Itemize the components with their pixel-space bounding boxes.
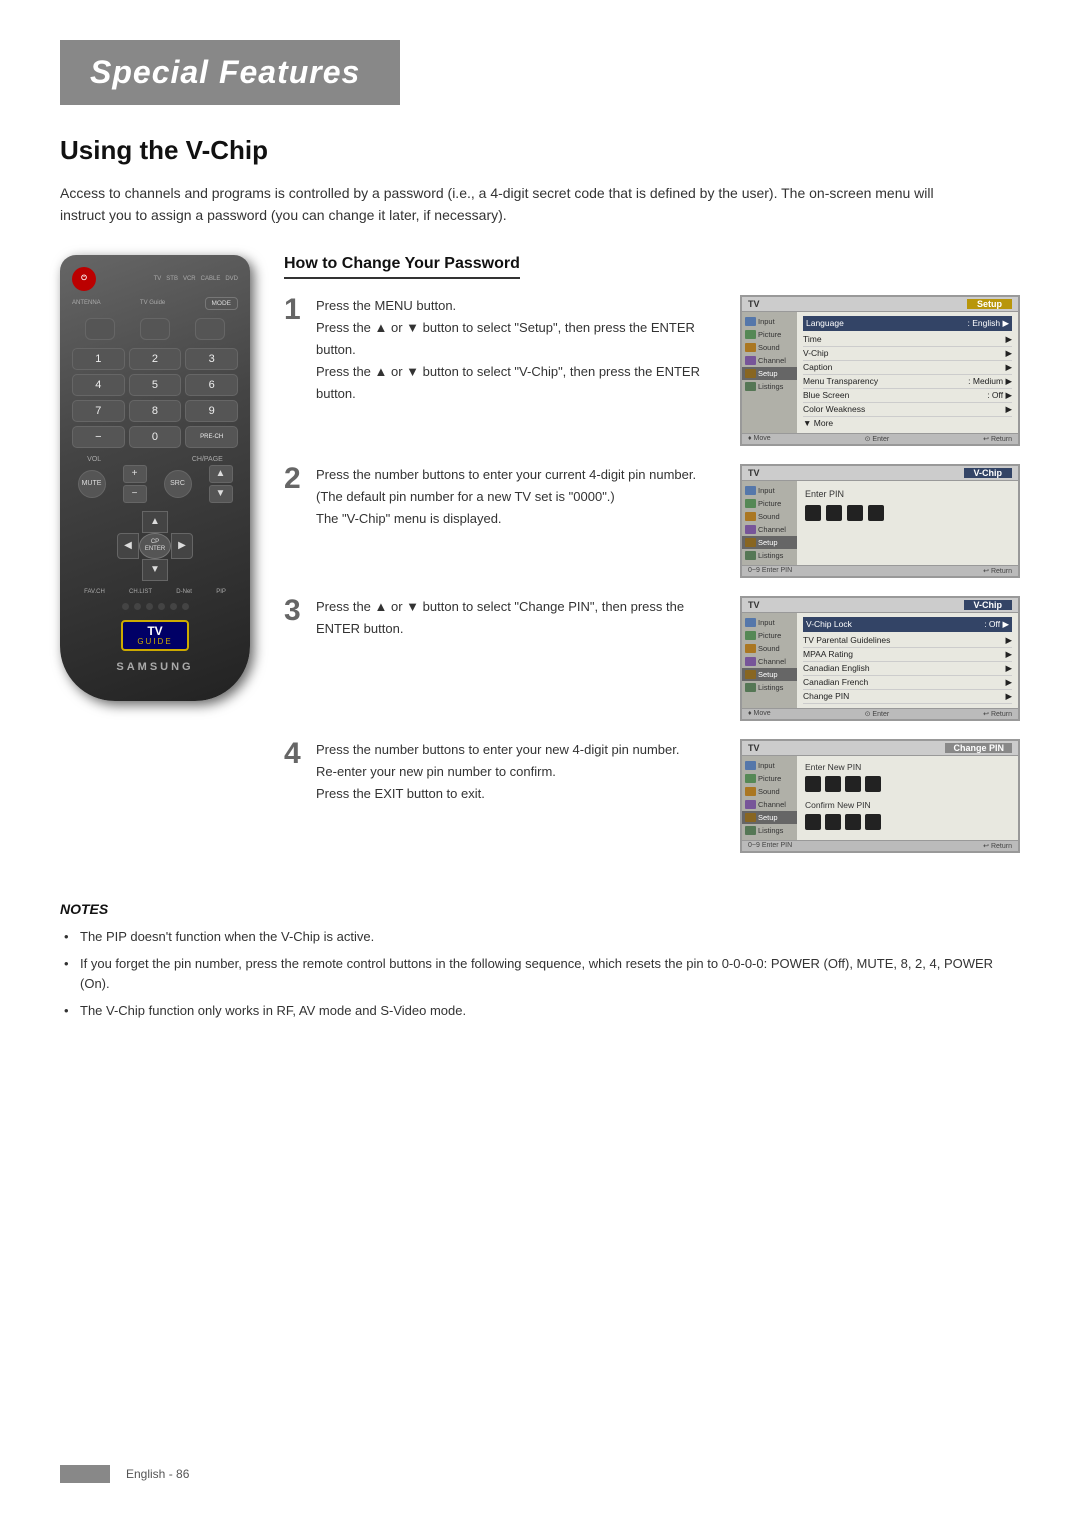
page-title: Special Features [90, 54, 360, 91]
notes-section: NOTES • The PIP doesn't function when th… [60, 901, 1020, 1022]
vchip-pin-menu-label: V-Chip [964, 468, 1013, 478]
num-3[interactable]: 3 [185, 348, 238, 370]
source-label-vcr: VCR [183, 276, 196, 282]
power-button[interactable]: ⏻ [72, 267, 96, 291]
remote-btn-3[interactable] [195, 318, 225, 340]
num-9[interactable]: 9 [185, 400, 238, 422]
source-label-cable: CABLE [201, 276, 221, 282]
how-to-title: How to Change Your Password [284, 255, 520, 279]
page-footer: English - 86 [60, 1465, 1020, 1483]
remote-btn-2[interactable] [140, 318, 170, 340]
step-2-number: 2 [284, 464, 306, 494]
step-3: 3 Press the ▲ or ▼ button to select "Cha… [284, 596, 1020, 721]
dpad-center[interactable]: CPENTER [139, 533, 171, 559]
samsung-logo: SAMSUNG [72, 661, 238, 673]
step-2: 2 Press the number buttons to enter your… [284, 464, 1020, 578]
tv-guide-logo: TV GUIDE [121, 620, 188, 652]
num-6[interactable]: 6 [185, 374, 238, 396]
tv-label-2: TV [748, 468, 760, 478]
step-3-text: Press the ▲ or ▼ button to select "Chang… [316, 596, 730, 640]
tv-label-3: TV [748, 600, 760, 610]
dpad-right[interactable]: ▶ [171, 533, 193, 559]
dpad-left[interactable]: ◀ [117, 533, 139, 559]
step-4-number: 4 [284, 739, 306, 769]
source-button[interactable]: SRC [164, 470, 192, 498]
tv-screen-setup: TV Setup Input Picture [740, 295, 1020, 446]
source-label-dvd: DVD [225, 276, 238, 282]
step-1-number: 1 [284, 295, 306, 325]
step-1-text: Press the MENU button. Press the ▲ or ▼ … [316, 295, 730, 405]
dpad-down[interactable]: ▼ [142, 559, 168, 581]
note-item-2: • If you forget the pin number, press th… [60, 954, 1020, 996]
source-label-tv: TV [154, 276, 162, 282]
step-3-number: 3 [284, 596, 306, 626]
tv-screen-change-pin: TV Change PIN Input Picture Sound Channe… [740, 739, 1020, 853]
source-label-stb: STB [166, 276, 178, 282]
change-pin-menu-label: Change PIN [945, 743, 1012, 753]
antenna-label: ANTENNA [72, 300, 101, 306]
remote-control: ⏻ TV STB VCR CABLE DVD ANTENNA TV Guide … [60, 255, 260, 702]
footer-page-number: English - 86 [126, 1467, 189, 1481]
section-title: Using the V-Chip [60, 135, 1020, 166]
confirm-new-pin-label: Confirm New PIN [805, 800, 1010, 810]
note-item-1: • The PIP doesn't function when the V-Ch… [60, 927, 1020, 948]
tvguide-label: TV Guide [140, 300, 165, 306]
step-4: 4 Press the number buttons to enter your… [284, 739, 1020, 853]
intro-text: Access to channels and programs is contr… [60, 182, 960, 227]
num-7[interactable]: 7 [72, 400, 125, 422]
num-minus[interactable]: − [72, 426, 125, 448]
num-4[interactable]: 4 [72, 374, 125, 396]
footer-bar [60, 1465, 110, 1483]
vol-up-button[interactable]: + [123, 465, 147, 483]
step-2-text: Press the number buttons to enter your c… [316, 464, 730, 530]
ch-down-button[interactable]: ▼ [209, 485, 233, 503]
ch-up-button[interactable]: ▲ [209, 465, 233, 483]
tv-screen-vchip-pin: TV V-Chip Input Picture Sound Channel Se… [740, 464, 1020, 578]
vchip-menu-label: V-Chip [964, 600, 1013, 610]
fav-ch-label: FAV.CH [84, 589, 105, 595]
remote-btn-1[interactable] [85, 318, 115, 340]
pip-label: PIP [216, 589, 226, 595]
enter-pin-label: Enter PIN [805, 489, 1010, 499]
ch-page-label: CH/PAGE [192, 456, 223, 463]
step-4-text: Press the number buttons to enter your n… [316, 739, 730, 805]
num-1[interactable]: 1 [72, 348, 125, 370]
pre-ch-button[interactable]: PRE-CH [185, 426, 238, 448]
num-2[interactable]: 2 [129, 348, 182, 370]
num-8[interactable]: 8 [129, 400, 182, 422]
note-item-3: • The V-Chip function only works in RF, … [60, 1001, 1020, 1022]
enter-new-pin-label: Enter New PIN [805, 762, 1010, 772]
tv-label-1: TV [748, 299, 760, 309]
mode-button[interactable]: MODE [205, 297, 239, 310]
dpad-up[interactable]: ▲ [142, 511, 168, 533]
d-net-label: D-Net [176, 589, 192, 595]
vol-down-button[interactable]: − [123, 485, 147, 503]
steps-panel: How to Change Your Password 1 Press the … [284, 255, 1020, 871]
vol-label: VOL [87, 456, 101, 463]
step-1: 1 Press the MENU button. Press the ▲ or … [284, 295, 1020, 446]
num-5[interactable]: 5 [129, 374, 182, 396]
notes-title: NOTES [60, 901, 1020, 917]
ch-list-label: CH.LIST [129, 589, 152, 595]
mute-button[interactable]: MUTE [78, 470, 106, 498]
setup-menu-label: Setup [967, 299, 1012, 309]
tv-label-4: TV [748, 743, 760, 753]
tv-screen-vchip-menu: TV V-Chip Input Picture Sound Channel Se… [740, 596, 1020, 721]
num-0[interactable]: 0 [129, 426, 182, 448]
